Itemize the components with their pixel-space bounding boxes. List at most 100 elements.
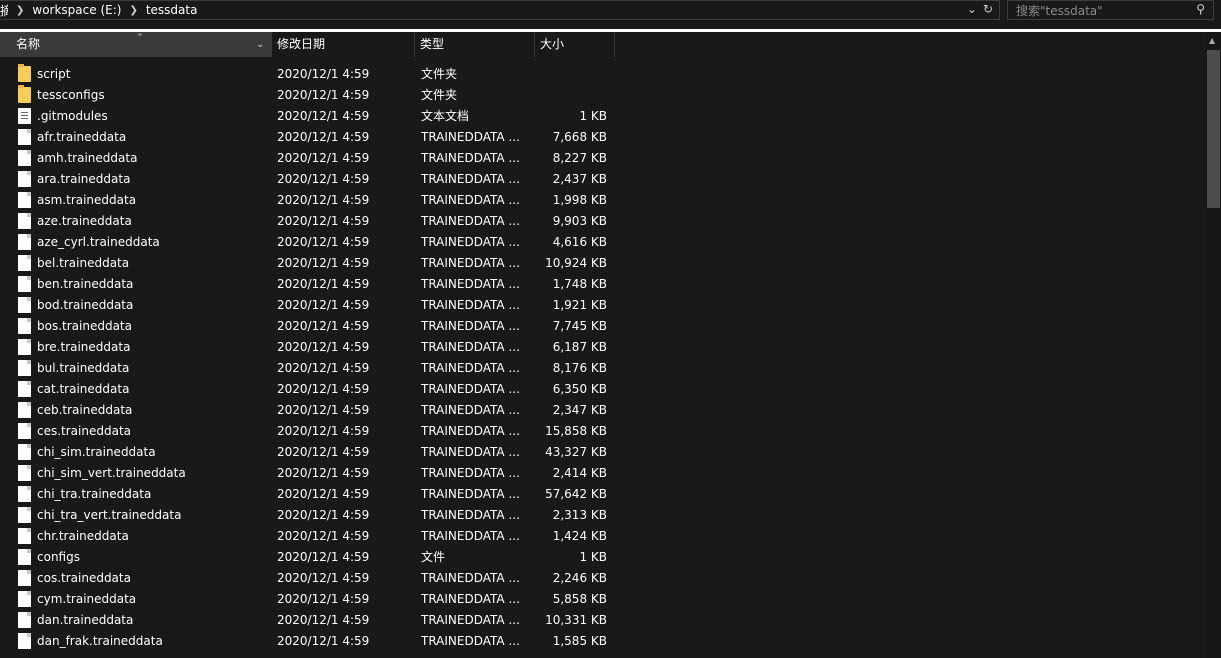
file-icon [18,297,31,313]
list-item[interactable]: afr.traineddata 2020/12/1 4:59 TRAINEDDATA… [0,127,1206,148]
list-item[interactable]: dan_frak.traineddata 2020/12/1 4:59 TRAINE… [0,631,1206,652]
search-icon[interactable]: ⚲ [1196,2,1205,16]
column-header-name[interactable]: 名称 ⌃ ⌄ [0,32,272,57]
list-item[interactable]: bre.traineddata 2020/12/1 4:59 TRAINEDDATA… [0,337,1206,358]
file-name: dan.traineddata [37,613,134,627]
chevron-right-icon[interactable]: ❯ [129,5,137,16]
file-date: 2020/12/1 4:59 [277,361,370,375]
file-date: 2020/12/1 4:59 [277,277,370,291]
refresh-icon[interactable]: ↻ [983,2,993,16]
file-size: 10,331 KB [545,613,607,627]
list-item[interactable]: cos.traineddata 2020/12/1 4:59 TRAINEDDATA… [0,568,1206,589]
file-name: cos.traineddata [37,571,131,585]
list-item[interactable]: chr.traineddata 2020/12/1 4:59 TRAINEDDATA… [0,526,1206,547]
list-item[interactable]: tessconfigs 2020/12/1 4:59 文件夹 [0,85,1206,106]
file-size: 4,616 KB [552,235,607,249]
list-item[interactable]: ces.traineddata 2020/12/1 4:59 TRAINEDDATA… [0,421,1206,442]
list-item[interactable]: script 2020/12/1 4:59 文件夹 [0,64,1206,85]
chevron-down-icon[interactable]: ⌄ [256,32,264,57]
file-type: TRAINEDDATA ... [421,634,520,648]
file-icon [18,570,31,586]
file-type: TRAINEDDATA ... [421,151,520,165]
list-item[interactable]: ceb.traineddata 2020/12/1 4:59 TRAINEDDATA… [0,400,1206,421]
list-item[interactable]: chi_sim.traineddata 2020/12/1 4:59 TRAINED… [0,442,1206,463]
list-item[interactable]: ara.traineddata 2020/12/1 4:59 TRAINEDDATA… [0,169,1206,190]
file-name: chi_sim.traineddata [37,445,156,459]
file-type: 文件 [421,550,446,564]
breadcrumb-workspace[interactable]: workspace (E:) [32,3,121,17]
file-name: ben.traineddata [37,277,134,291]
file-date: 2020/12/1 4:59 [277,88,370,102]
file-date: 2020/12/1 4:59 [277,592,370,606]
list-item[interactable]: chi_sim_vert.traineddata 2020/12/1 4:59 TR… [0,463,1206,484]
list-item[interactable]: cym.traineddata 2020/12/1 4:59 TRAINEDDATA… [0,589,1206,610]
list-item[interactable]: bel.traineddata 2020/12/1 4:59 TRAINEDDATA… [0,253,1206,274]
list-item[interactable]: chi_tra_vert.traineddata 2020/12/1 4:59 TR… [0,505,1206,526]
file-name: cat.traineddata [37,382,130,396]
file-date: 2020/12/1 4:59 [277,298,370,312]
list-item[interactable]: bul.traineddata 2020/12/1 4:59 TRAINEDDATA… [0,358,1206,379]
list-item[interactable]: bos.traineddata 2020/12/1 4:59 TRAINEDDATA… [0,316,1206,337]
file-size: 2,414 KB [552,466,607,480]
file-type: TRAINEDDATA ... [421,277,520,291]
file-date: 2020/12/1 4:59 [277,130,370,144]
list-item[interactable]: amh.traineddata 2020/12/1 4:59 TRAINEDDATA… [0,148,1206,169]
file-icon [18,234,31,250]
file-icon [18,423,31,439]
list-item[interactable]: chi_tra.traineddata 2020/12/1 4:59 TRAINED… [0,484,1206,505]
scroll-up-icon[interactable]: ▲ [1209,36,1215,45]
list-item[interactable]: asm.traineddata 2020/12/1 4:59 TRAINEDDATA… [0,190,1206,211]
folder-icon [18,85,31,103]
list-item[interactable]: aze_cyrl.traineddata 2020/12/1 4:59 TRAINE… [0,232,1206,253]
list-item[interactable]: aze.traineddata 2020/12/1 4:59 TRAINEDDATA… [0,211,1206,232]
file-name: ara.traineddata [37,172,131,186]
chevron-right-icon[interactable]: ❯ [16,5,24,16]
list-item[interactable]: dan.traineddata 2020/12/1 4:59 TRAINEDDATA… [0,610,1206,631]
file-name: bre.traineddata [37,340,131,354]
file-date: 2020/12/1 4:59 [277,466,370,480]
file-date: 2020/12/1 4:59 [277,529,370,543]
file-type: TRAINEDDATA ... [421,613,520,627]
list-item[interactable]: .gitmodules 2020/12/1 4:59 文本文档 1 KB [0,106,1206,127]
file-icon [18,129,31,145]
file-date: 2020/12/1 4:59 [277,613,370,627]
file-icon [18,339,31,355]
column-header-date[interactable]: 修改日期 [272,32,415,57]
search-input[interactable]: 搜索"tessdata" ⚲ [1007,0,1214,20]
vertical-scrollbar[interactable]: ▲ [1206,32,1221,658]
file-name: ces.traineddata [37,424,132,438]
address-bar[interactable]: 摘 ❯ workspace (E:) ❯ tessdata ⌄ ↻ [0,0,1000,20]
file-size: 43,327 KB [545,445,607,459]
text-file-icon [18,108,31,124]
file-size: 2,437 KB [552,172,607,186]
list-item[interactable]: ben.traineddata 2020/12/1 4:59 TRAINEDDATA… [0,274,1206,295]
file-size: 5,858 KB [552,592,607,606]
file-type: TRAINEDDATA ... [421,340,520,354]
file-name: .gitmodules [37,109,108,123]
file-type: TRAINEDDATA ... [421,235,520,249]
chevron-down-icon[interactable]: ⌄ [967,2,977,16]
file-date: 2020/12/1 4:59 [277,193,370,207]
file-size: 57,642 KB [545,487,607,501]
file-icon [18,360,31,376]
column-header-type[interactable]: 类型 [415,32,535,57]
file-date: 2020/12/1 4:59 [277,571,370,585]
file-size: 1 KB [579,550,607,564]
column-label-date: 修改日期 [277,37,326,51]
list-item[interactable]: bod.traineddata 2020/12/1 4:59 TRAINEDDATA… [0,295,1206,316]
column-header-size[interactable]: 大小 [535,32,615,57]
file-size: 15,858 KB [545,424,607,438]
file-size: 2,313 KB [552,508,607,522]
file-date: 2020/12/1 4:59 [277,487,370,501]
file-date: 2020/12/1 4:59 [277,382,370,396]
file-size: 1,424 KB [552,529,607,543]
file-size: 2,347 KB [552,403,607,417]
file-icon [18,528,31,544]
file-name: chi_tra_vert.traineddata [37,508,182,522]
scrollbar-thumb[interactable] [1207,50,1220,208]
file-size: 2,246 KB [552,571,607,585]
list-item[interactable]: cat.traineddata 2020/12/1 4:59 TRAINEDDATA… [0,379,1206,400]
breadcrumb-tessdata[interactable]: tessdata [146,3,198,17]
file-name: amh.traineddata [37,151,138,165]
list-item[interactable]: configs 2020/12/1 4:59 文件 1 KB [0,547,1206,568]
